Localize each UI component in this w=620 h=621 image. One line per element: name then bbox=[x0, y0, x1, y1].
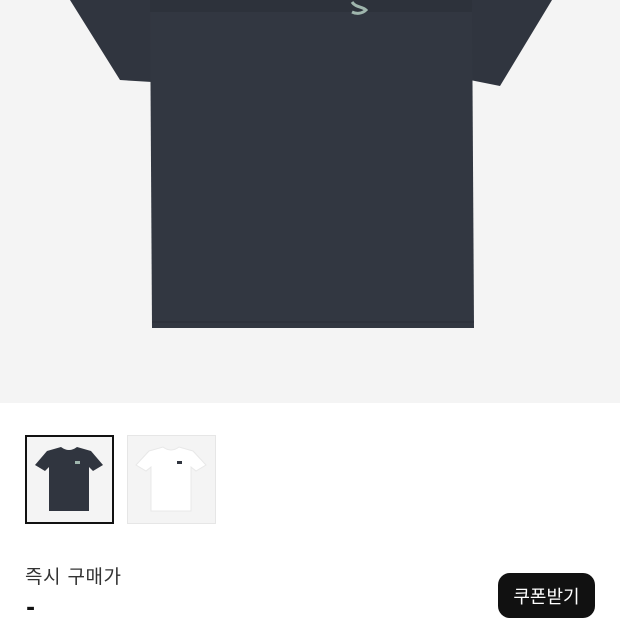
instant-buy-price-label: 즉시 구매가 bbox=[25, 566, 122, 588]
thumbnail-navy[interactable] bbox=[25, 435, 114, 524]
navy-tshirt-thumbnail bbox=[27, 437, 112, 522]
navy-tshirt-image bbox=[70, 0, 552, 328]
get-coupon-button[interactable]: 쿠폰받기 bbox=[498, 573, 595, 618]
thumbnail-list bbox=[25, 435, 225, 525]
thumbnail-white[interactable] bbox=[127, 435, 216, 524]
white-tshirt-thumbnail bbox=[128, 436, 215, 523]
product-main-image[interactable] bbox=[0, 0, 620, 403]
instant-buy-price-value: - bbox=[26, 596, 36, 621]
